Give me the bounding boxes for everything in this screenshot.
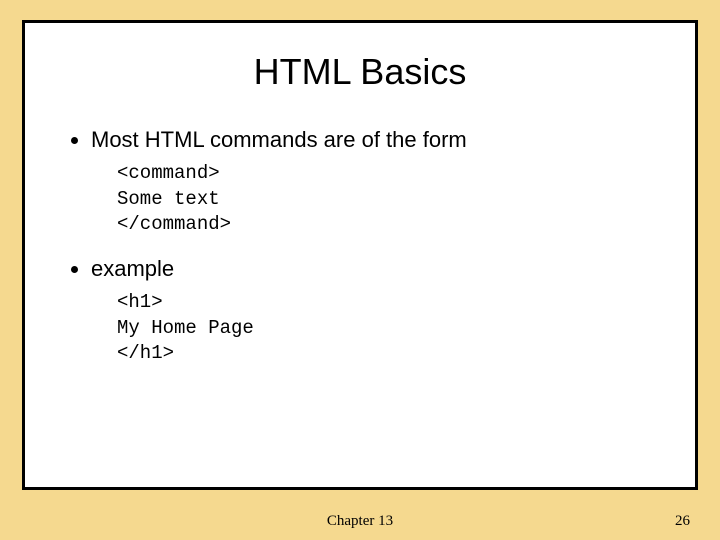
bullet-item: Most HTML commands are of the form <comm… xyxy=(91,127,655,238)
slide-title: HTML Basics xyxy=(65,51,655,93)
slide-frame: HTML Basics Most HTML commands are of th… xyxy=(22,20,698,490)
code-block: <command> Some text </command> xyxy=(117,161,655,238)
bullet-text: example xyxy=(91,256,174,281)
footer-page-number: 26 xyxy=(675,513,690,530)
bullet-text: Most HTML commands are of the form xyxy=(91,127,467,152)
bullet-item: example <h1> My Home Page </h1> xyxy=(91,256,655,367)
bullet-list: Most HTML commands are of the form <comm… xyxy=(65,127,655,367)
code-block: <h1> My Home Page </h1> xyxy=(117,290,655,367)
footer-chapter: Chapter 13 xyxy=(0,513,720,530)
